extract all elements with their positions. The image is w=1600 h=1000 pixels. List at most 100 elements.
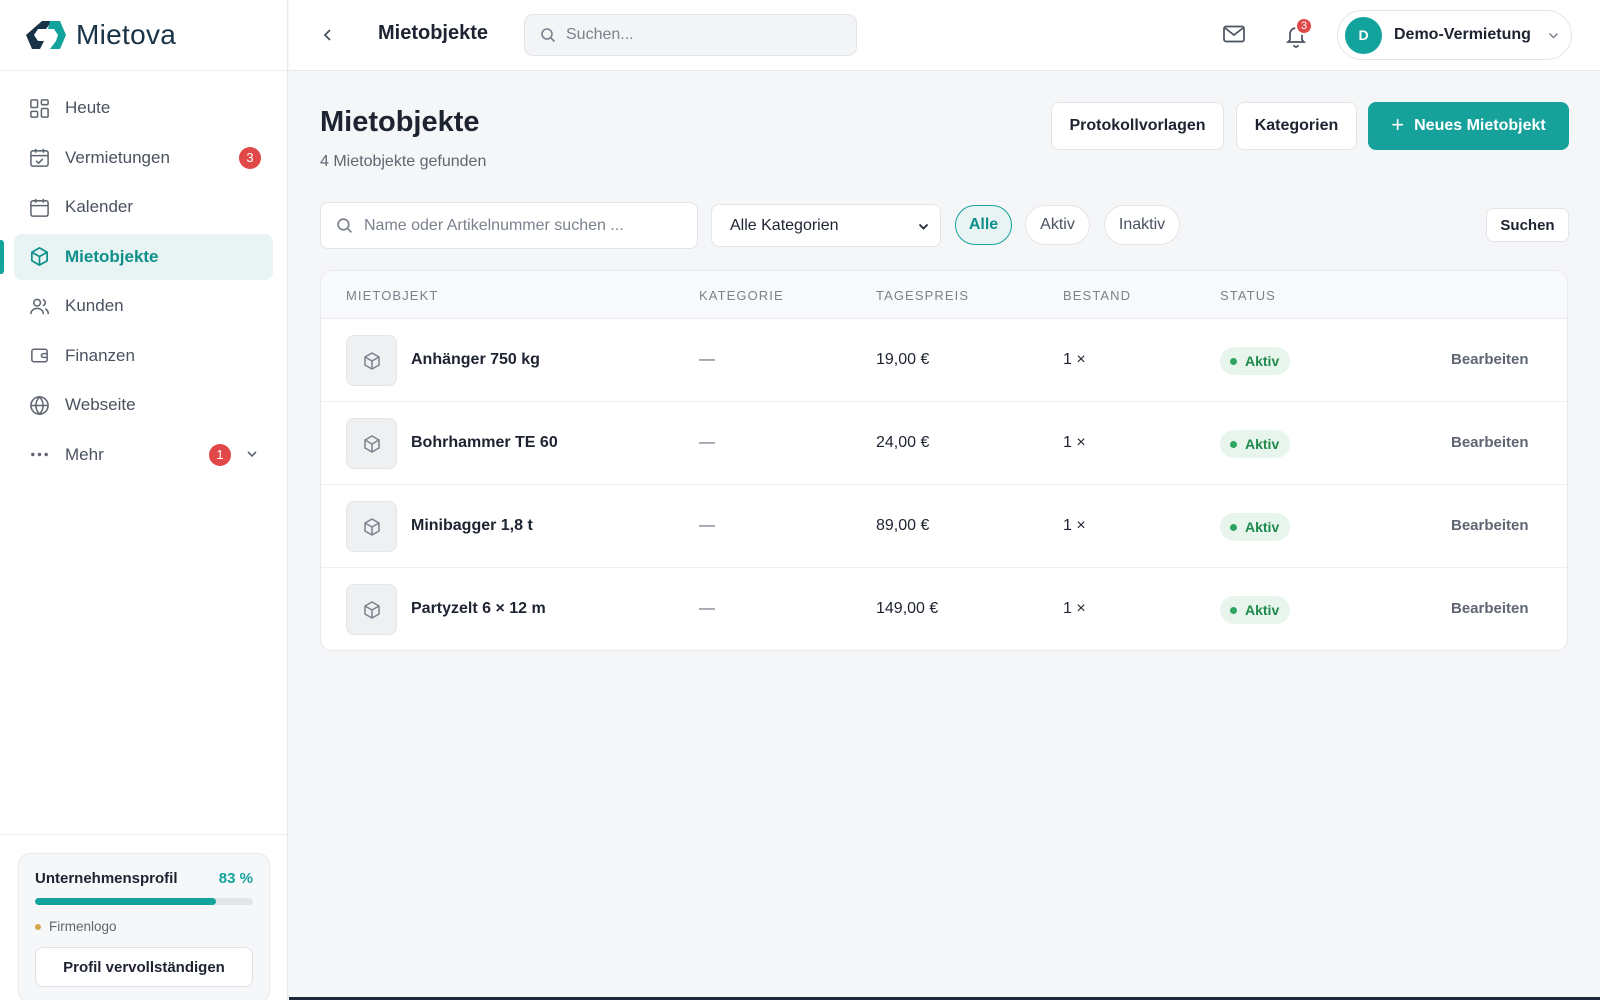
status-dot-icon [1230, 357, 1237, 365]
item-search[interactable] [320, 202, 698, 249]
app-name: Mietova [76, 19, 177, 50]
item-name[interactable]: Bohrhammer TE 60 [411, 434, 558, 452]
column-header-daily-price: TAGESPREIS [876, 288, 970, 303]
profile-progress-bar [35, 898, 253, 905]
filter-chip-inaktiv[interactable]: Inaktiv [1104, 205, 1180, 245]
status-badge: Aktiv [1220, 596, 1291, 624]
sidebar-nav: Heute Vermietungen 3 Kalender Mietobjekt… [0, 71, 287, 478]
sidebar-item-heute[interactable]: Heute [14, 85, 273, 131]
item-category: — [699, 517, 715, 534]
search-button[interactable]: Suchen [1486, 208, 1569, 242]
item-name[interactable]: Minibagger 1,8 t [411, 517, 533, 535]
sidebar: Mietova Heute Vermietungen 3 Kalender Mi… [0, 0, 288, 1000]
status-dot-icon [1230, 523, 1237, 531]
sidebar-item-label: Kunden [65, 296, 124, 315]
item-thumbnail [346, 418, 397, 469]
sidebar-item-label: Vermietungen [65, 147, 170, 167]
sidebar-item-finanzen[interactable]: Finanzen [14, 333, 273, 379]
account-name: Demo-Vermietung [1394, 26, 1531, 43]
category-select[interactable]: Alle Kategorien [711, 204, 941, 247]
status-badge: Aktiv [1220, 347, 1291, 375]
profile-progress-fill [35, 898, 216, 905]
cube-icon [363, 351, 380, 370]
chevron-down-icon [247, 450, 257, 457]
item-stock: 1 × [1063, 600, 1086, 617]
item-category: — [699, 434, 715, 451]
table-row[interactable]: Minibagger 1,8 t — 89,00 € 1 × Aktiv Bea… [321, 485, 1567, 568]
cube-icon [28, 246, 50, 268]
item-price: 19,00 € [876, 351, 930, 368]
search-icon [337, 218, 353, 234]
items-table: MIETOBJEKT KATEGORIE TAGESPREIS BESTAND … [320, 270, 1568, 651]
cube-icon [363, 434, 380, 453]
wallet-icon [28, 345, 50, 367]
edit-link[interactable]: Bearbeiten [1451, 434, 1529, 451]
page-title: Mietobjekte [320, 106, 480, 138]
profile-completion-card: Unternehmensprofil 83 % Firmenlogo Profi… [18, 853, 270, 1000]
item-price: 24,00 € [876, 434, 930, 451]
cube-icon [363, 600, 380, 619]
sidebar-item-kunden[interactable]: Kunden [14, 283, 273, 329]
sidebar-item-mietobjekte[interactable]: Mietobjekte [0, 233, 273, 280]
calendar-check-icon [28, 147, 50, 169]
account-menu[interactable]: D Demo-Vermietung [1337, 10, 1572, 60]
sidebar-item-kalender[interactable]: Kalender [14, 184, 273, 230]
filter-chip-aktiv[interactable]: Aktiv [1025, 205, 1090, 245]
global-search[interactable] [524, 14, 857, 56]
edit-link[interactable]: Bearbeiten [1451, 517, 1529, 534]
status-dot-icon [1230, 606, 1237, 614]
hint-dot-icon [35, 923, 41, 930]
global-search-input[interactable] [566, 26, 826, 44]
status-label: Aktiv [1245, 436, 1280, 452]
category-select-value: Alle Kategorien [730, 216, 839, 234]
sidebar-divider [0, 834, 287, 835]
sidebar-item-label: Kalender [65, 197, 134, 216]
logo[interactable]: Mietova [0, 0, 287, 71]
item-stock: 1 × [1063, 434, 1086, 451]
item-category: — [699, 600, 715, 617]
edit-link[interactable]: Bearbeiten [1451, 600, 1529, 617]
back-button[interactable] [317, 24, 339, 46]
categories-button[interactable]: Kategorien [1236, 102, 1357, 150]
item-stock: 1 × [1063, 517, 1086, 534]
chevron-down-icon [918, 223, 929, 230]
profile-missing-hint: Firmenlogo [35, 919, 253, 934]
table-row[interactable]: Bohrhammer TE 60 — 24,00 € 1 × Aktiv Bea… [321, 402, 1567, 485]
complete-profile-button[interactable]: Profil vervollständigen [35, 947, 253, 987]
edit-link[interactable]: Bearbeiten [1451, 351, 1529, 368]
chevron-down-icon [1548, 32, 1558, 39]
status-label: Aktiv [1245, 519, 1280, 535]
table-row[interactable]: Anhänger 750 kg — 19,00 € 1 × Aktiv Bear… [321, 319, 1567, 402]
status-badge: Aktiv [1220, 430, 1291, 458]
users-icon [28, 295, 50, 317]
filter-chip-alle[interactable]: Alle [955, 205, 1012, 245]
status-label: Aktiv [1245, 353, 1280, 369]
result-count: 4 Mietobjekte gefunden [320, 153, 487, 170]
sidebar-item-vermietungen[interactable]: Vermietungen 3 [14, 135, 273, 181]
status-badge: Aktiv [1220, 513, 1291, 541]
item-category: — [699, 351, 715, 368]
chevron-left-icon [323, 29, 331, 41]
avatar: D [1345, 16, 1382, 54]
sidebar-item-webseite[interactable]: Webseite [14, 382, 273, 428]
item-name[interactable]: Anhänger 750 kg [411, 351, 540, 369]
item-stock: 1 × [1063, 351, 1086, 368]
sidebar-item-mehr[interactable]: Mehr 1 [14, 432, 273, 478]
grid-icon [28, 97, 50, 119]
item-thumbnail [346, 584, 397, 635]
profile-percent: 83 % [218, 870, 253, 887]
item-thumbnail [346, 335, 397, 386]
new-item-button[interactable]: + Neues Mietobjekt [1368, 102, 1569, 150]
column-header-stock: BESTAND [1063, 288, 1132, 303]
sidebar-item-label: Mietobjekte [65, 246, 159, 266]
item-name[interactable]: Partyzelt 6 × 12 m [411, 600, 546, 618]
profile-card-title: Unternehmensprofil [35, 870, 178, 887]
item-price: 89,00 € [876, 517, 930, 534]
plus-icon: + [1391, 112, 1405, 137]
protocol-templates-button[interactable]: Protokollvorlagen [1051, 102, 1224, 150]
globe-icon [28, 394, 50, 416]
table-row[interactable]: Partyzelt 6 × 12 m — 149,00 € 1 × Aktiv … [321, 568, 1567, 650]
mail-button[interactable] [1222, 23, 1248, 47]
item-search-input[interactable] [364, 216, 684, 235]
profile-hint-text: Firmenlogo [49, 919, 117, 934]
